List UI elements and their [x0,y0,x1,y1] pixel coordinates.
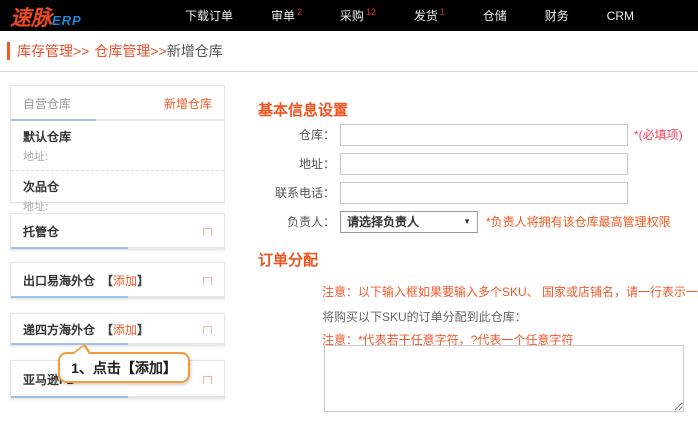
panel-marker-icon[interactable] [203,228,212,236]
panel-underline [11,296,224,298]
panel-label: 托管仓 [23,223,59,240]
required-field-note: *(必填项) [634,126,683,143]
phone-row: 联系电话： [258,181,698,204]
breadcrumb: 库存管理>> 仓库管理>> 新增仓库 [0,31,698,72]
panel-underline [11,247,224,249]
own-warehouse-tab[interactable]: 自营仓库 [23,95,71,112]
address-input[interactable] [340,153,628,175]
nav-item-purchase[interactable]: 采购12 [340,7,376,24]
basic-info-form: 仓库： *(必填项) 地址： 联系电话： 负责人： 请选择负责人 ▼ *负责人将… [258,123,698,239]
order-allocation-section-title: 订单分配 [258,249,318,270]
address-row: 地址： [258,152,698,175]
logo-cn-text: 速脉 [10,7,52,30]
warehouse-name: 次品仓 [23,178,212,195]
manager-select[interactable]: 请选择负责人 ▼ [340,211,478,233]
panel-marker-icon[interactable] [203,326,212,334]
logo-en-text: ERP [52,13,82,28]
managed-warehouse-panel[interactable]: 托管仓 [10,213,225,250]
add-chukouyi-link[interactable]: 【添加】 [101,272,149,289]
phone-input[interactable] [340,182,628,204]
purchase-count-badge: 12 [366,7,376,17]
sku-list-textarea[interactable] [324,345,684,412]
manager-permission-note: *负责人将拥有该仓库最高管理权限 [486,213,671,230]
panel-marker-icon[interactable] [203,376,212,384]
warehouse-name-label: 仓库： [258,126,340,143]
nav-menu: 下载订单 审单2 采购12 发货1 仓储 财务 CRM [185,0,634,31]
audit-count-badge: 2 [297,7,302,17]
own-warehouse-panel-header: 自营仓库 新增仓库 [11,86,224,119]
nav-item-crm[interactable]: CRM [607,9,634,23]
breadcrumb-accent-bar [7,42,10,60]
panel-label: 递四方海外仓 [23,321,95,338]
tutorial-callout: 1、点击【添加】 [58,352,190,383]
breadcrumb-current-page: 新增仓库 [167,41,223,61]
breadcrumb-inventory-mgmt[interactable]: 库存管理>> [17,41,89,61]
phone-label: 联系电话： [258,184,340,201]
basic-info-section-title: 基本信息设置 [258,99,348,120]
order-note-sku-assign: 将购买以下SKU的订单分配到此仓库： [322,308,527,325]
manager-row: 负责人： 请选择负责人 ▼ *负责人将拥有该仓库最高管理权限 [258,210,698,233]
nav-item-shipping[interactable]: 发货1 [414,7,445,24]
shipping-count-badge: 1 [440,7,445,17]
callout-text: 1、点击【添加】 [71,358,177,378]
panel-marker-icon[interactable] [203,277,212,285]
manager-label: 负责人： [258,213,340,230]
address-label: 地址： [258,155,340,172]
warehouse-name-row: 仓库： *(必填项) [258,123,698,146]
manager-select-value: 请选择负责人 [347,213,419,230]
warehouse-address: 地址: [23,198,212,214]
nav-item-finance[interactable]: 财务 [545,7,569,24]
add-warehouse-link[interactable]: 新增仓库 [164,95,212,112]
nav-item-audit-orders[interactable]: 审单2 [271,7,302,24]
chevron-down-icon: ▼ [463,217,471,226]
order-note-multiline: 注意：以下输入框如果要输入多个SKU、 国家或店铺名，请一行表示一个 [322,283,698,300]
breadcrumb-warehouse-mgmt[interactable]: 仓库管理>> [94,41,166,61]
chukouyi-overseas-panel[interactable]: 出口易海外仓 【添加】 [10,262,225,299]
warehouse-name-input[interactable] [340,124,628,146]
app-logo[interactable]: 速脉ERP [10,2,82,32]
warehouse-list-item-default[interactable]: 默认仓库 地址: [11,121,224,171]
top-navbar: 速脉ERP 下载订单 审单2 采购12 发货1 仓储 财务 CRM [0,0,698,31]
own-warehouse-panel: 自营仓库 新增仓库 默认仓库 地址: 次品仓 地址: [10,85,225,203]
nav-item-download-orders[interactable]: 下载订单 [185,7,233,24]
disifang-overseas-panel[interactable]: 递四方海外仓 【添加】 [10,313,225,346]
warehouse-address: 地址: [23,148,212,164]
panel-underline [11,396,224,398]
add-disifang-link[interactable]: 【添加】 [101,321,149,338]
panel-label: 出口易海外仓 [23,272,95,289]
nav-item-warehouse[interactable]: 仓储 [483,7,507,24]
warehouse-name: 默认仓库 [23,128,212,145]
panel-underline [11,343,224,345]
